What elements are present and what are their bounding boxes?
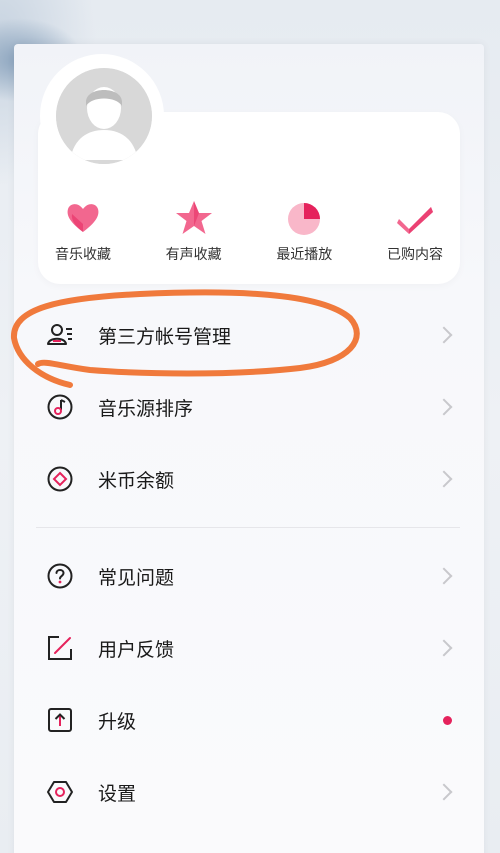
question-icon xyxy=(47,563,73,589)
checkmark-icon xyxy=(396,207,433,234)
chevron-right-icon xyxy=(435,326,453,344)
menu-item-third-party-accounts[interactable]: 第三方帐号管理 xyxy=(36,299,460,371)
shortcut-label: 最近播放 xyxy=(276,247,333,263)
chevron-right-icon xyxy=(435,398,453,416)
chevron-right-icon xyxy=(435,783,453,801)
avatar-wrap xyxy=(40,54,164,178)
menu-divider xyxy=(36,527,460,528)
menu-item-faq[interactable]: 常见问题 xyxy=(36,540,460,612)
star-icon xyxy=(175,201,212,234)
chevron-right-icon xyxy=(435,639,453,657)
menu-group-support: 常见问题 用户反馈 升级 设置 xyxy=(36,540,460,828)
shortcut-audio-favorites[interactable]: 有声收藏 xyxy=(149,198,239,268)
menu-item-coin-balance[interactable]: 米币余额 xyxy=(36,443,460,515)
menu-item-label: 音乐源排序 xyxy=(98,397,194,420)
shortcut-row: 音乐收藏 有声收藏 最近播放 已购内容 xyxy=(38,198,460,268)
shortcut-purchased[interactable]: 已购内容 xyxy=(370,198,460,268)
shortcut-label: 已购内容 xyxy=(386,247,443,263)
account-manage-icon xyxy=(47,324,72,345)
avatar[interactable] xyxy=(56,68,152,164)
chevron-right-icon xyxy=(435,470,453,488)
upgrade-arrow-icon xyxy=(48,708,72,732)
menu-item-music-source-order[interactable]: 音乐源排序 xyxy=(36,371,460,443)
default-user-icon xyxy=(56,68,152,164)
menu-item-label: 设置 xyxy=(98,782,137,805)
menu-item-label: 第三方帐号管理 xyxy=(98,325,232,348)
edit-icon xyxy=(48,636,72,660)
menu-item-label: 常见问题 xyxy=(98,566,175,589)
menu-item-feedback[interactable]: 用户反馈 xyxy=(36,612,460,684)
menu-item-upgrade[interactable]: 升级 xyxy=(36,684,460,756)
menu-item-label: 米币余额 xyxy=(98,469,175,492)
shortcut-label: 有声收藏 xyxy=(165,247,222,263)
shortcut-music-favorites[interactable]: 音乐收藏 xyxy=(38,198,128,268)
update-badge-dot xyxy=(443,715,452,725)
menu-group-account: 第三方帐号管理 音乐源排序 米币余额 xyxy=(36,299,460,515)
menu-item-settings[interactable]: 设置 xyxy=(36,756,460,828)
chevron-right-icon xyxy=(435,567,453,585)
music-note-icon xyxy=(47,394,73,420)
heart-icon xyxy=(67,204,99,232)
coin-diamond-icon xyxy=(47,466,73,492)
shortcut-label: 音乐收藏 xyxy=(55,247,111,263)
shortcut-recent-played[interactable]: 最近播放 xyxy=(259,198,349,268)
menu-item-label: 用户反馈 xyxy=(98,638,175,661)
pie-clock-icon xyxy=(288,203,321,235)
menu-item-label: 升级 xyxy=(98,710,137,733)
settings-hexagon-icon xyxy=(47,781,73,803)
